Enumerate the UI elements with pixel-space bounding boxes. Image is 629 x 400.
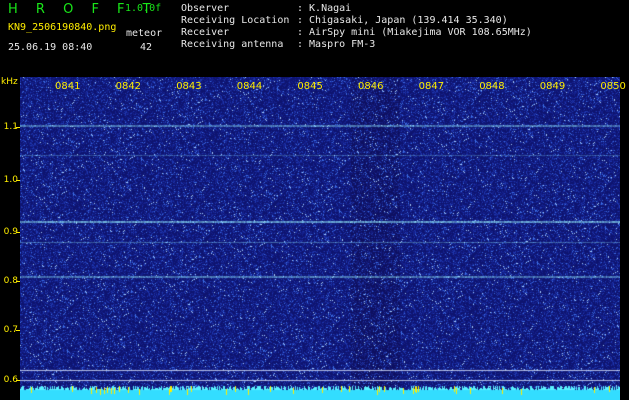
- receiver-value: : AirSpy mini (Miakejima VOR 108.65MHz): [297, 27, 532, 38]
- antenna-value: : Maspro FM-3: [297, 39, 376, 50]
- timestamp-label: 25.06.19 08:40: [8, 42, 93, 53]
- y-axis: 1.1 1.0 0.9 0.8 0.7 0.6: [0, 77, 20, 400]
- x-tick-label: 0849: [539, 81, 566, 92]
- x-tick-label: 0844: [236, 81, 263, 92]
- y-tick-mark: [16, 330, 20, 331]
- location-label: Receiving Location: [181, 15, 290, 26]
- y-tick-mark: [16, 180, 20, 181]
- y-tick-mark: [16, 127, 20, 128]
- receiver-label: Receiver: [181, 27, 230, 38]
- version-label: 1.0.0f: [125, 3, 162, 14]
- observer-label: Observer: [181, 3, 230, 14]
- filename-label: KN9_2506190840.png: [8, 22, 117, 33]
- y-tick-mark: [16, 281, 20, 282]
- x-tick-label: 0842: [115, 81, 142, 92]
- y-tick-mark: [16, 232, 20, 233]
- spectrogram-plot: [20, 77, 620, 400]
- antenna-label: Receiving antenna: [181, 39, 284, 50]
- x-tick-label: 0841: [55, 81, 81, 92]
- x-tick-label: 0845: [297, 81, 323, 92]
- x-tick-label: 0843: [176, 81, 202, 92]
- y-tick-mark: [16, 380, 20, 381]
- x-tick-label: 0848: [479, 81, 505, 92]
- observer-value: : K.Nagai: [297, 3, 352, 14]
- count-label: 42: [140, 42, 153, 53]
- x-tick-label: 0847: [418, 81, 445, 92]
- station-label: meteor: [126, 28, 163, 39]
- x-tick-label: 0850: [600, 81, 626, 92]
- x-tick-label: 0846: [358, 81, 384, 92]
- location-value: : Chigasaki, Japan (139.414 35.340): [297, 15, 508, 26]
